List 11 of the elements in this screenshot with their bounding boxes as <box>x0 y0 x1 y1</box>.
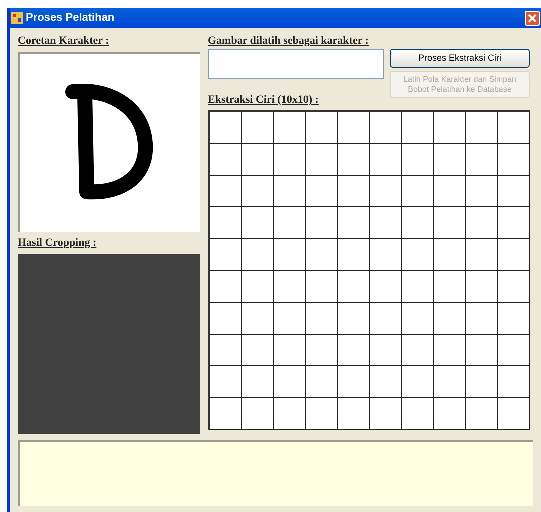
feature-label: Ekstraksi Ciri (10x10) : <box>208 93 320 107</box>
cropping-label: Hasil Cropping : <box>18 236 98 250</box>
character-input[interactable] <box>208 49 384 79</box>
action-button[interactable]: Proses Ekstraksi Ciri <box>390 49 530 68</box>
drawing-label: Coretan Karakter : <box>18 34 110 48</box>
close-icon <box>528 14 537 22</box>
drawing-canvas[interactable] <box>18 52 200 232</box>
target-label: Gambar dilatih sebagai karakter : <box>208 34 370 48</box>
close-button[interactable] <box>525 10 540 26</box>
window-title: Proses Pelatihan <box>26 10 116 26</box>
app-icon <box>11 12 23 24</box>
